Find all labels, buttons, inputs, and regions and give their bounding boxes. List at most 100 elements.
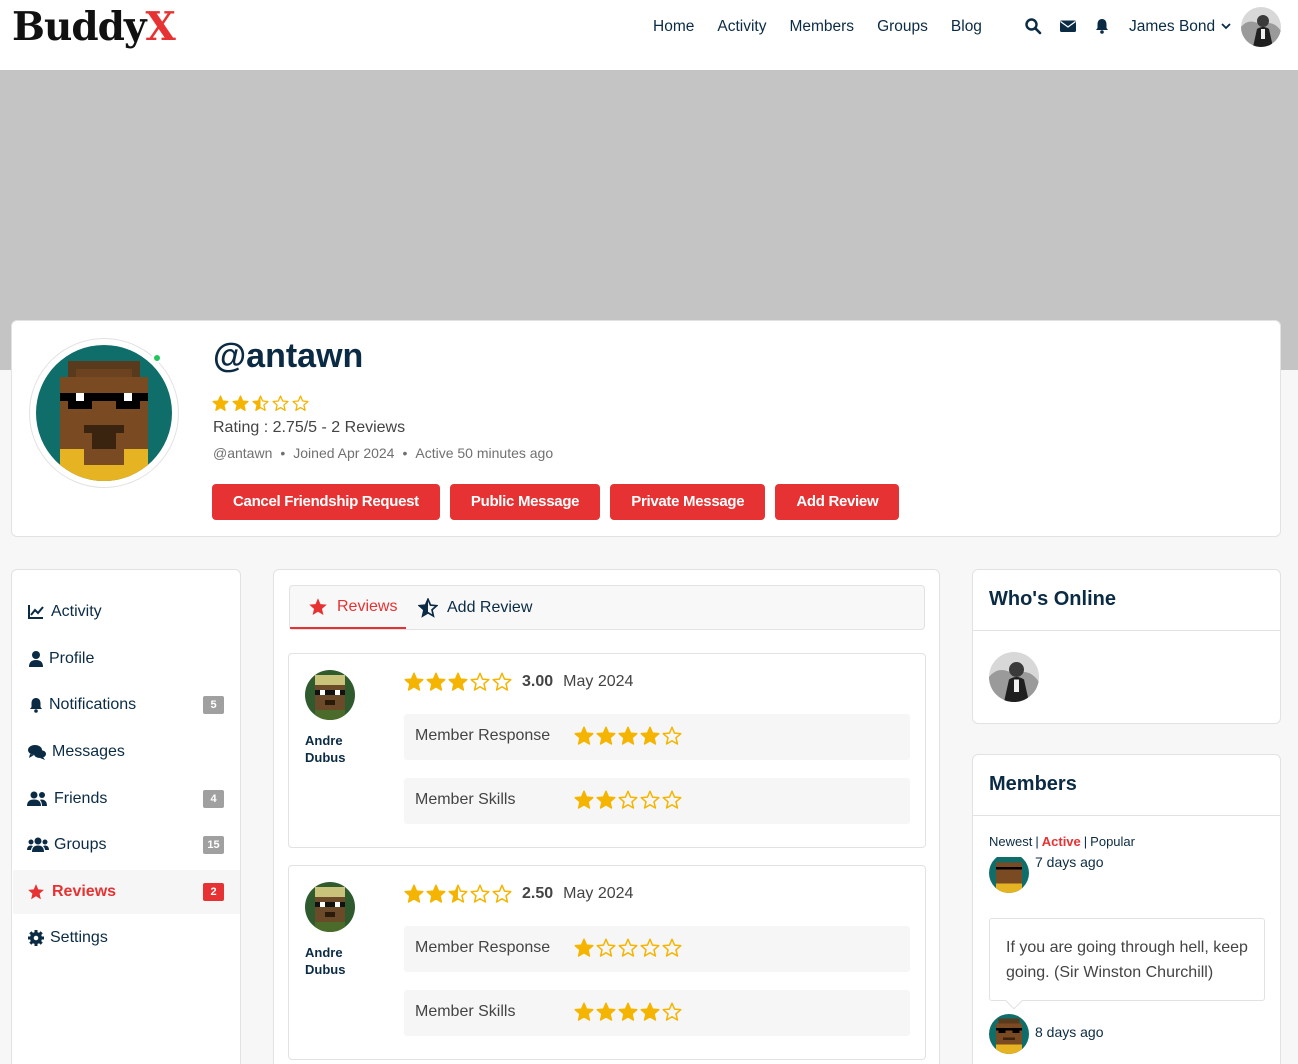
- online-user-avatar[interactable]: [989, 652, 1039, 702]
- star-filled-icon: [618, 1002, 638, 1021]
- star-empty-icon: [596, 938, 616, 957]
- filter-popular[interactable]: Popular: [1090, 834, 1135, 849]
- meta-active: Active 50 minutes ago: [415, 445, 554, 461]
- star-empty-icon: [492, 884, 512, 903]
- friends-count: 4: [203, 790, 224, 808]
- star-empty-icon: [618, 938, 638, 957]
- criteria-label: Member Response: [415, 939, 551, 956]
- menu-item-activity[interactable]: Activity: [13, 590, 240, 634]
- star-filled-icon: [232, 395, 249, 411]
- star-filled-icon: [596, 726, 616, 745]
- menu-item-notifications[interactable]: Notifications 5: [13, 683, 240, 727]
- star-empty-icon: [470, 884, 490, 903]
- menu-item-reviews[interactable]: Reviews 2: [13, 870, 240, 914]
- menu-item-friends[interactable]: Friends 4: [13, 777, 240, 821]
- members-scroll-area[interactable]: 7 days ago If you are going through hell…: [973, 857, 1280, 1064]
- nav-activity[interactable]: Activity: [717, 17, 766, 37]
- review-score: 2.50: [522, 885, 554, 902]
- site-logo[interactable]: BuddyX: [12, 4, 176, 50]
- star-empty-icon: [470, 672, 490, 691]
- chevron-down-icon[interactable]: [1220, 19, 1232, 33]
- criteria-row: Member Skills: [404, 990, 910, 1036]
- tab-add-review[interactable]: Add Review: [418, 586, 532, 629]
- criteria-label: Member Skills: [415, 1003, 516, 1020]
- criteria-stars: [574, 1002, 684, 1022]
- cancel-friendship-button[interactable]: Cancel Friendship Request: [212, 484, 440, 520]
- criteria-stars: [574, 790, 684, 810]
- add-review-button[interactable]: Add Review: [775, 484, 900, 520]
- whos-online-widget: Who's Online: [972, 569, 1281, 724]
- star-empty-icon: [292, 395, 309, 411]
- star-filled-icon: [618, 726, 638, 745]
- nav-members[interactable]: Members: [789, 17, 854, 37]
- gear-icon: [27, 929, 45, 947]
- meta-joined: Joined Apr 2024: [293, 445, 395, 461]
- review-overall-stars: [404, 672, 514, 692]
- public-message-button[interactable]: Public Message: [449, 484, 601, 520]
- reviewer-name[interactable]: Andre Dubus: [305, 944, 365, 978]
- friends-icon: [27, 790, 47, 808]
- nav-groups[interactable]: Groups: [877, 17, 928, 37]
- star-filled-icon: [426, 884, 446, 903]
- envelope-icon[interactable]: [1059, 17, 1077, 35]
- menu-item-groups[interactable]: Groups 15: [13, 823, 240, 867]
- profile-meta: @antawn • Joined Apr 2024 • Active 50 minute…: [213, 445, 554, 461]
- star-filled-icon: [574, 726, 594, 745]
- star-filled-icon: [640, 726, 660, 745]
- nav-home[interactable]: Home: [653, 17, 694, 37]
- member-avatar[interactable]: [989, 1014, 1029, 1054]
- filter-active[interactable]: Active: [1042, 834, 1081, 849]
- star-icon: [27, 883, 45, 901]
- private-message-button[interactable]: Private Message: [610, 484, 766, 520]
- review-overall-stars: [404, 884, 514, 904]
- member-active-time: 8 days ago: [1035, 1024, 1104, 1040]
- star-filled-icon: [596, 790, 616, 809]
- star-filled-icon: [640, 1002, 660, 1021]
- search-icon[interactable]: [1024, 17, 1042, 35]
- review-card: Andre Dubus 2.50 May 2024 Member Respons…: [288, 865, 926, 1060]
- menu-item-settings[interactable]: Settings: [13, 916, 240, 960]
- reviews-count: 2: [203, 883, 224, 901]
- reviewer-name[interactable]: Andre Dubus: [305, 732, 365, 766]
- meta-handle: @antawn: [213, 445, 273, 461]
- bell-icon[interactable]: [1093, 17, 1111, 35]
- star-filled-icon: [426, 672, 446, 691]
- star-filled-icon: [574, 1002, 594, 1021]
- tab-reviews[interactable]: Reviews: [290, 586, 406, 629]
- members-widget: Members Newest | Active | Popular 7 days ago…: [972, 754, 1281, 1064]
- member-avatar[interactable]: [989, 857, 1029, 893]
- star-empty-icon: [618, 790, 638, 809]
- comments-icon: [27, 743, 46, 761]
- reviewer-avatar[interactable]: [305, 670, 355, 720]
- star-filled-icon: [212, 395, 229, 411]
- star-filled-icon: [404, 672, 424, 691]
- top-header: BuddyX Home Activity Members Groups Blog…: [0, 0, 1298, 70]
- review-summary: 3.00 May 2024: [404, 670, 633, 694]
- star-half-icon: [418, 597, 438, 618]
- menu-item-profile[interactable]: Profile: [13, 637, 240, 681]
- criteria-stars: [574, 726, 684, 746]
- user-icon: [27, 650, 45, 668]
- criteria-row: Member Response: [404, 714, 910, 760]
- criteria-label: Member Response: [415, 727, 551, 744]
- profile-rating-text: Rating : 2.75/5 - 2 Reviews: [213, 419, 406, 436]
- star-filled-icon: [596, 1002, 616, 1021]
- user-menu-name[interactable]: James Bond: [1129, 17, 1215, 37]
- review-card: Andre Dubus 3.00 May 2024 Member Respons…: [288, 653, 926, 848]
- member-status-quote: If you are going through hell, keep goin…: [989, 918, 1265, 1010]
- star-half-icon: [252, 395, 269, 411]
- star-icon: [308, 597, 328, 617]
- star-empty-icon: [640, 938, 660, 957]
- menu-item-messages[interactable]: Messages: [13, 730, 240, 774]
- user-avatar[interactable]: [1241, 7, 1281, 47]
- groups-icon: [27, 836, 49, 854]
- filter-newest[interactable]: Newest: [989, 834, 1032, 849]
- member-row[interactable]: 7 days ago: [989, 857, 1104, 893]
- reviews-tabs: Reviews Add Review: [289, 585, 925, 630]
- reviewer-avatar[interactable]: [305, 882, 355, 932]
- star-empty-icon: [662, 938, 682, 957]
- activity-chart-icon: [27, 603, 45, 621]
- member-row[interactable]: 8 days ago: [989, 1014, 1104, 1054]
- groups-count: 15: [203, 836, 224, 854]
- nav-blog[interactable]: Blog: [951, 17, 982, 37]
